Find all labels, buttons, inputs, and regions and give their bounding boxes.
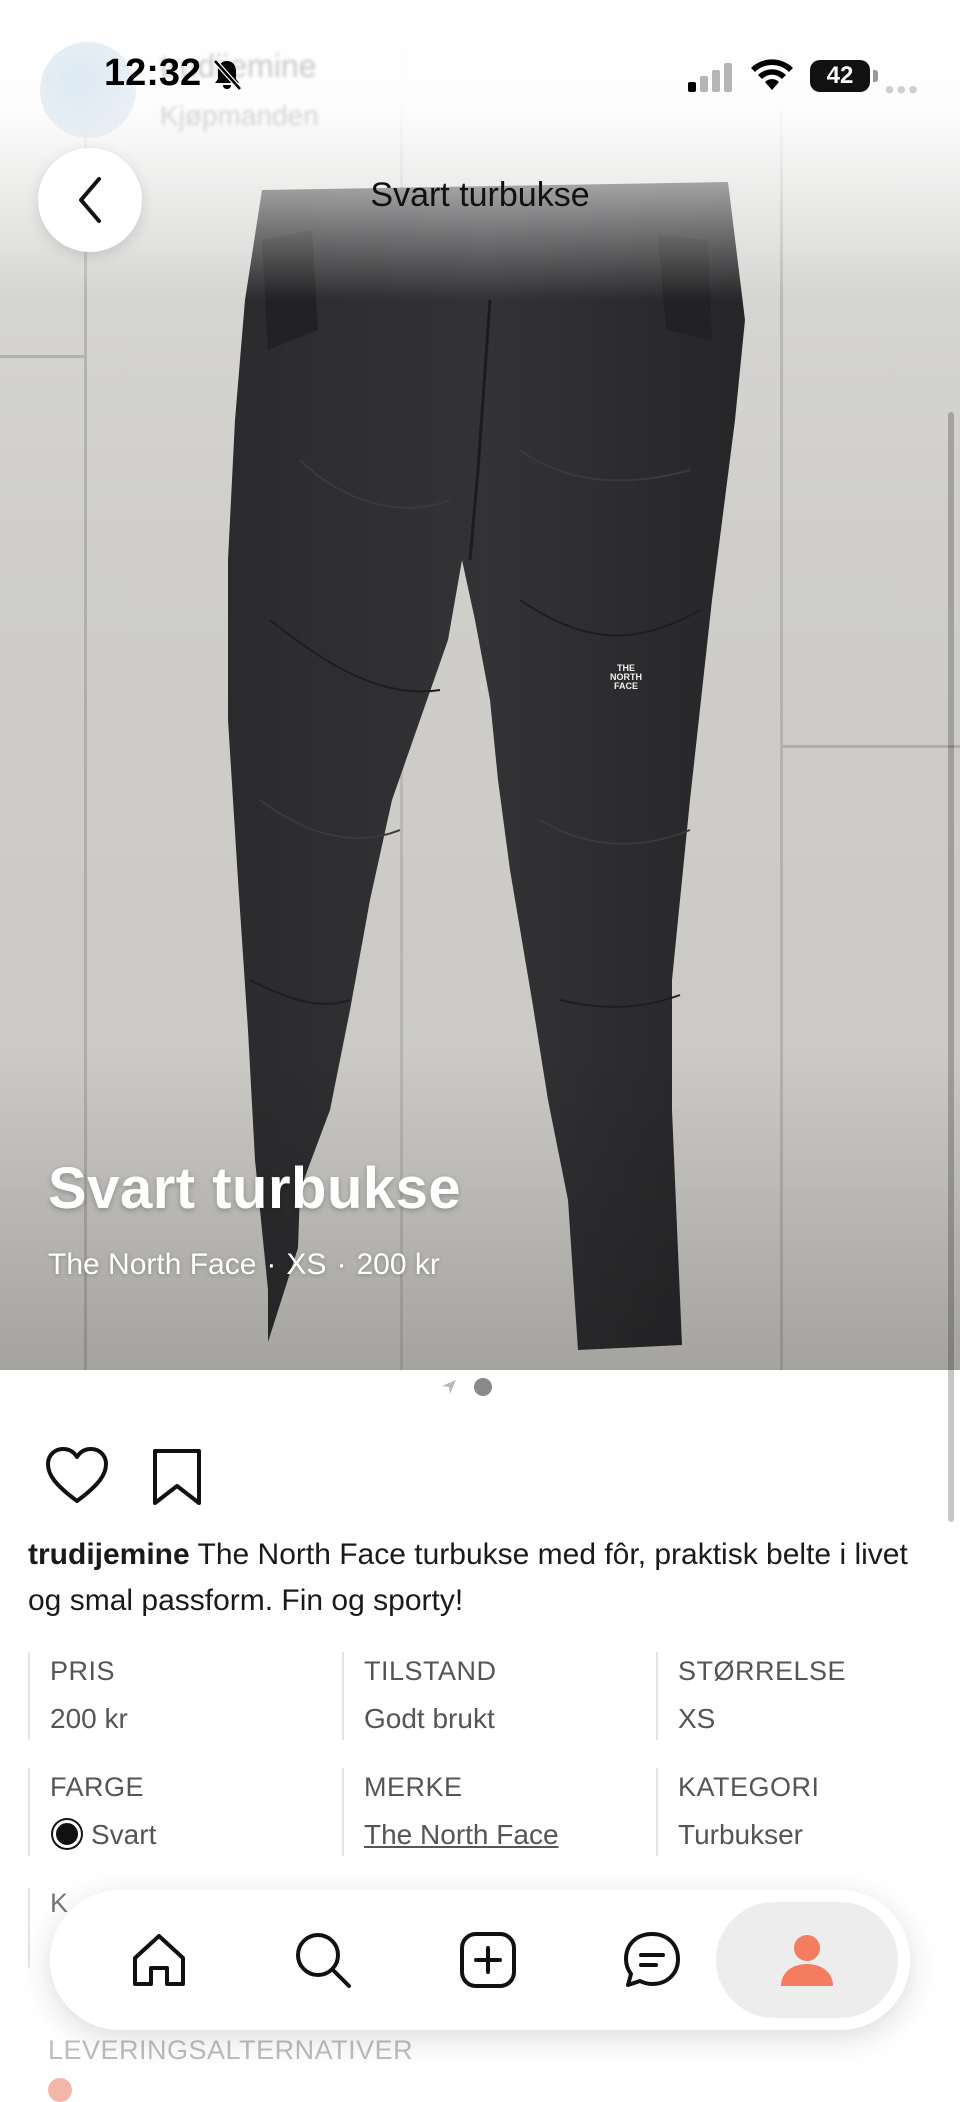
hero-size: XS [286,1248,327,1281]
listing-description: trudijemine The North Face turbukse med … [28,1532,938,1624]
separator: · [336,1248,347,1281]
carousel-dot-active[interactable] [474,1378,492,1396]
color-swatch [53,1820,81,1848]
wifi-icon [751,59,793,90]
scrollbar[interactable] [948,412,954,1522]
hero-subtitle: The North Face · XS · 200 kr [48,1248,440,1282]
more-icon: ••• [884,74,920,105]
brand-logo: THE NORTH FACE [610,663,642,691]
attribute-value: Svart [91,1819,157,1850]
like-button[interactable] [44,1446,110,1511]
separator: · [266,1248,277,1281]
battery-nub [873,70,878,82]
tab-add[interactable] [446,1918,530,2002]
home-icon [133,1934,185,1986]
tab-profile[interactable] [716,1902,898,2018]
page-title-text: Svart turbukse [370,176,590,214]
attribute-value-wrap: Svart [50,1819,328,1851]
hero-price: 200 kr [356,1248,440,1281]
attribute-size: STØRRELSE XS [656,1652,956,1740]
bottom-tab-bar [50,1890,910,2030]
bookmark-icon [153,1449,201,1505]
search-icon [296,1933,351,1988]
cellular-signal-icon [688,63,732,92]
attribute-value: Godt brukt [364,1703,495,1734]
attribute-condition: TILSTAND Godt brukt [342,1652,642,1740]
location-arrow-icon [442,1380,456,1394]
brand-link[interactable]: The North Face [364,1819,642,1851]
attribute-label: STØRRELSE [678,1656,847,1686]
hero-brand: The North Face [48,1248,257,1281]
attribute-value: 200 kr [50,1703,128,1734]
messages-icon [624,1932,680,1987]
attribute-color: FARGE Svart [28,1768,328,1856]
clock: 12:32 [104,52,202,94]
seller-username[interactable]: trudijemine [28,1538,190,1571]
attribute-label: K [50,1888,69,1918]
attribute-value: XS [678,1703,716,1734]
attribute-category: KATEGORI Turbukser [656,1768,956,1856]
carousel-indicator[interactable] [440,1378,492,1396]
attribute-label: FARGE [50,1772,145,1802]
seller-location-blurred: Kjøpmanden [160,100,319,131]
tab-search[interactable] [281,1918,365,2002]
silent-bell-icon [213,59,242,91]
save-button[interactable] [150,1446,204,1513]
tab-home[interactable] [117,1918,201,2002]
attribute-label: MERKE [364,1772,463,1802]
attribute-label: TILSTAND [364,1656,497,1686]
attribute-label: KATEGORI [678,1772,820,1802]
hero-title: Svart turbukse [48,1156,462,1221]
attribute-label: PRIS [50,1656,116,1686]
attribute-brand: MERKE The North Face [342,1768,642,1856]
page-title: Svart turbukse [0,176,960,215]
add-icon [460,1932,516,1988]
delivery-options-label: LEVERINGSALTERNATIVER [48,2035,414,2065]
status-bar: trudijemine Kjøpmanden ••• 12:32 42 [0,0,960,160]
battery-indicator: 42 [810,60,870,92]
delivery-option-icon [48,2078,72,2102]
heart-icon [46,1447,108,1503]
profile-icon [781,1935,833,1986]
tab-messages[interactable] [610,1918,694,2002]
attribute-value: Turbukser [678,1819,804,1850]
attribute-price: PRIS 200 kr [28,1652,328,1740]
